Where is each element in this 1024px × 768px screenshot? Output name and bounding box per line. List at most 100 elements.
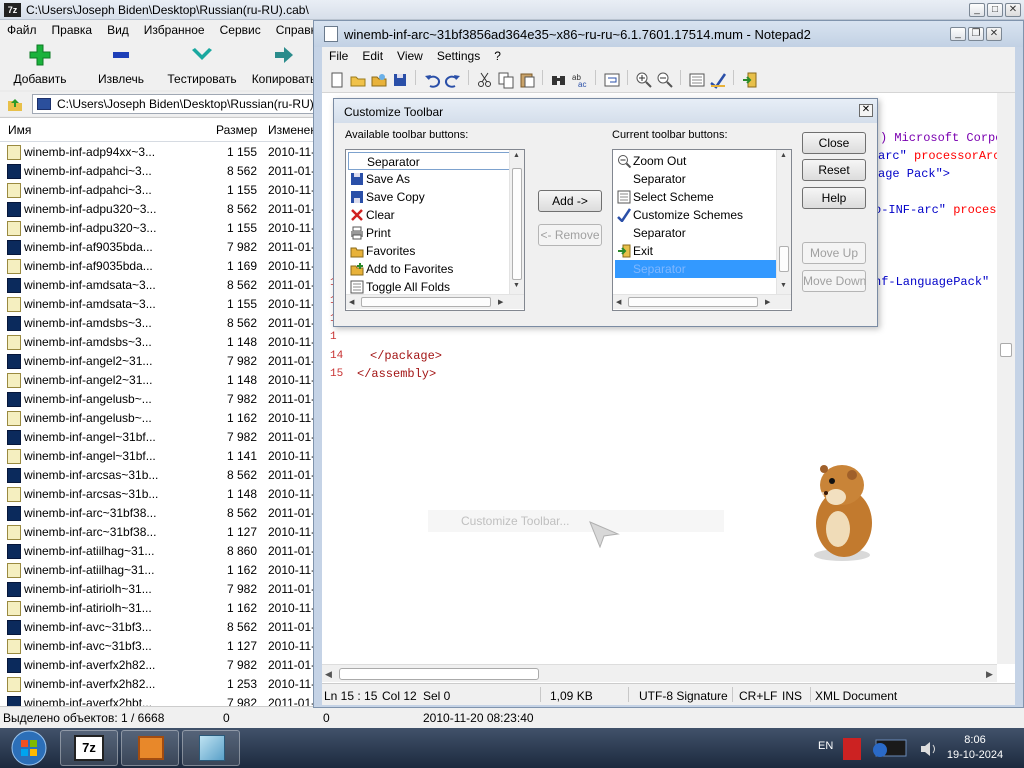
table-row[interactable]: winemb-inf-arc~31bf38... 1 127 2010-11- — [0, 523, 315, 542]
help-button[interactable]: Help — [802, 187, 866, 209]
column-modified[interactable]: Изменен — [268, 123, 315, 137]
file-list[interactable]: Имя Размер Изменен winemb-inf-adp94xx~3.… — [0, 117, 315, 706]
list-item[interactable]: Save Copy — [348, 188, 512, 206]
customize-schemes-icon[interactable] — [709, 71, 727, 89]
add-button[interactable]: Add -> — [538, 190, 602, 212]
list-item[interactable]: Customize Schemes — [615, 206, 779, 224]
menu-file[interactable]: File — [322, 47, 355, 67]
table-row[interactable]: winemb-inf-averfx2h82... 1 253 2010-11- — [0, 675, 315, 694]
scroll-thumb[interactable] — [339, 668, 539, 680]
menu-settings[interactable]: Settings — [430, 47, 487, 67]
menu-tools[interactable]: Сервис — [213, 20, 269, 40]
list-item[interactable]: Zoom Out — [615, 152, 779, 170]
table-row[interactable]: winemb-inf-amdsata~3... 1 155 2010-11- — [0, 295, 315, 314]
table-row[interactable]: winemb-inf-af9035bda... 1 169 2010-11- — [0, 257, 315, 276]
status-encoding[interactable]: UTF-8 Signature — [639, 689, 728, 703]
table-row[interactable]: winemb-inf-amdsbs~3... 1 148 2010-11- — [0, 333, 315, 352]
zoom-out-icon[interactable] — [656, 71, 674, 89]
close-button[interactable]: Close — [802, 132, 866, 154]
column-name[interactable]: Имя — [8, 123, 31, 137]
volume-icon[interactable] — [918, 738, 940, 760]
status-scheme[interactable]: XML Document — [815, 689, 897, 703]
table-row[interactable]: winemb-inf-atiilhag~31... 8 860 2011-01- — [0, 542, 315, 561]
security-flag-icon[interactable] — [843, 738, 861, 760]
minimize-button[interactable]: _ — [950, 27, 966, 41]
table-row[interactable]: winemb-inf-atiriolh~31... 7 982 2011-01- — [0, 580, 315, 599]
list-item[interactable]: Separator — [615, 170, 779, 188]
table-row[interactable]: winemb-inf-adpahci~3... 1 155 2010-11- — [0, 181, 315, 200]
table-row[interactable]: winemb-inf-averfx2hbt... 7 982 2011-01- — [0, 694, 315, 706]
table-row[interactable]: winemb-inf-angel2~31... 1 148 2010-11- — [0, 371, 315, 390]
list-item[interactable]: Separator — [615, 260, 779, 278]
restore-button[interactable]: ❐ — [968, 27, 984, 41]
list-item[interactable]: Save As — [348, 170, 512, 188]
table-row[interactable]: winemb-inf-atiilhag~31... 1 162 2010-11- — [0, 561, 315, 580]
select-scheme-icon[interactable] — [688, 71, 706, 89]
paste-icon[interactable] — [518, 71, 536, 89]
menu-favorites[interactable]: Избранное — [137, 20, 213, 40]
table-row[interactable]: winemb-inf-amdsbs~3... 8 562 2011-01- — [0, 314, 315, 333]
menu-edit[interactable]: Edit — [355, 47, 390, 67]
move-up-button[interactable]: Move Up — [802, 242, 866, 264]
table-row[interactable]: winemb-inf-averfx2h82... 7 982 2011-01- — [0, 656, 315, 675]
dialog-close-icon[interactable]: ✕ — [859, 104, 873, 117]
current-hscroll[interactable]: ◀ ▶ — [613, 294, 791, 309]
list-item[interactable]: Exit — [615, 242, 779, 260]
close-button[interactable]: ✕ — [986, 27, 1002, 41]
status-eol[interactable]: CR+LF — [739, 689, 777, 703]
table-row[interactable]: winemb-inf-adpu320~3... 8 562 2011-01- — [0, 200, 315, 219]
menu-file[interactable]: Файл — [0, 20, 45, 40]
exit-icon[interactable] — [741, 71, 759, 89]
move-down-button[interactable]: Move Down — [802, 270, 866, 292]
reset-button[interactable]: Reset — [802, 159, 866, 181]
editor-vertical-scrollbar[interactable] — [997, 93, 1015, 664]
test-button[interactable]: Тестировать — [162, 42, 242, 86]
table-row[interactable]: winemb-inf-af9035bda... 7 982 2011-01- — [0, 238, 315, 257]
save-icon[interactable] — [391, 71, 409, 89]
list-item[interactable]: Clear — [348, 206, 512, 224]
scroll-right-icon[interactable]: ▶ — [986, 669, 993, 680]
find-icon[interactable] — [550, 71, 568, 89]
table-row[interactable]: winemb-inf-angel2~31... 7 982 2011-01- — [0, 352, 315, 371]
menu-view[interactable]: Вид — [100, 20, 137, 40]
language-indicator[interactable]: EN — [818, 740, 833, 752]
open-icon[interactable] — [349, 71, 367, 89]
undo-icon[interactable] — [423, 71, 441, 89]
scroll-thumb[interactable] — [628, 297, 758, 307]
minimize-button[interactable]: _ — [969, 3, 985, 17]
table-row[interactable]: winemb-inf-angel~31bf... 1 141 2010-11- — [0, 447, 315, 466]
system-clock[interactable]: 8:06 19-10-2024 — [943, 733, 1007, 763]
scroll-thumb[interactable] — [361, 297, 491, 307]
scroll-left-icon[interactable]: ◀ — [325, 669, 332, 680]
scroll-thumb[interactable] — [1000, 343, 1012, 357]
current-vscroll[interactable]: ▲ ▼ — [776, 150, 791, 294]
list-item[interactable]: Select Scheme — [615, 188, 779, 206]
browse-icon[interactable] — [370, 71, 388, 89]
table-row[interactable]: winemb-inf-amdsata~3... 8 562 2011-01- — [0, 276, 315, 295]
taskbar-7zip-button[interactable]: 7z — [60, 730, 118, 766]
table-row[interactable]: winemb-inf-arc~31bf38... 8 562 2011-01- — [0, 504, 315, 523]
menu-edit[interactable]: Правка — [45, 20, 101, 40]
table-row[interactable]: winemb-inf-avc~31bf3... 8 562 2011-01- — [0, 618, 315, 637]
menu-view[interactable]: View — [390, 47, 430, 67]
close-button[interactable]: ✕ — [1005, 3, 1021, 17]
list-item[interactable]: Separator — [615, 224, 779, 242]
table-row[interactable]: winemb-inf-adpu320~3... 1 155 2010-11- — [0, 219, 315, 238]
new-icon[interactable] — [328, 71, 346, 89]
table-row[interactable]: winemb-inf-angelusb~... 1 162 2010-11- — [0, 409, 315, 428]
table-row[interactable]: winemb-inf-adpahci~3... 8 562 2011-01- — [0, 162, 315, 181]
zoom-in-icon[interactable] — [635, 71, 653, 89]
available-hscroll[interactable]: ◀ ▶ — [346, 294, 524, 309]
network-icon[interactable] — [868, 736, 912, 762]
word-wrap-icon[interactable] — [603, 71, 621, 89]
list-item[interactable]: Separator — [348, 152, 512, 170]
list-item[interactable]: Print — [348, 224, 512, 242]
list-item[interactable]: Add to Favorites — [348, 260, 512, 278]
cut-icon[interactable] — [476, 71, 494, 89]
copy-button[interactable]: Копировать — [244, 42, 324, 86]
list-item[interactable]: Favorites — [348, 242, 512, 260]
up-folder-icon[interactable] — [6, 95, 24, 113]
table-row[interactable]: winemb-inf-arcsas~31b... 8 562 2011-01- — [0, 466, 315, 485]
maximize-button[interactable]: □ — [987, 3, 1003, 17]
table-row[interactable]: winemb-inf-avc~31bf3... 1 127 2010-11- — [0, 637, 315, 656]
